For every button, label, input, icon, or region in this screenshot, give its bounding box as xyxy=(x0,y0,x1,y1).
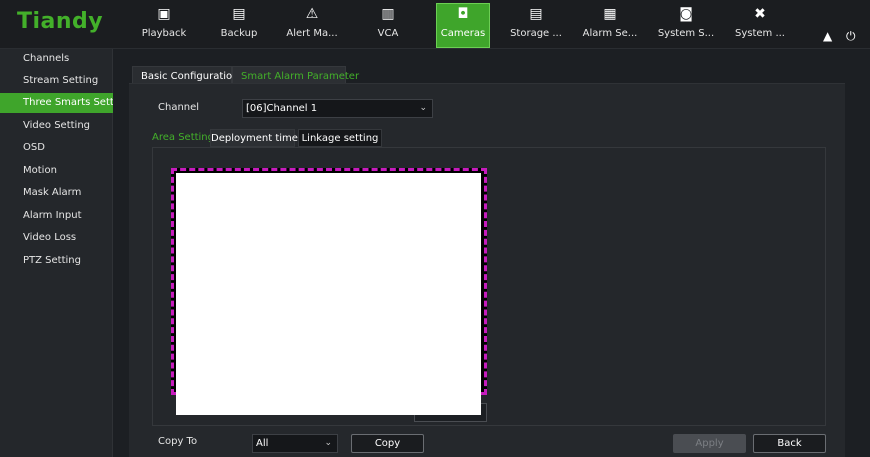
alarm-settings-icon: ▦ xyxy=(603,6,617,22)
nav-alert-management[interactable]: ⚠ Alert Ma... xyxy=(284,4,340,46)
system-settings-icon: ◙ xyxy=(679,6,693,22)
system-tools-icon: ✖ xyxy=(754,6,766,22)
camera-icon: ◘ xyxy=(457,6,469,22)
main-content: Basic Configuration Smart Alarm Paramete… xyxy=(114,49,870,457)
tab-deployment-time[interactable]: Deployment time xyxy=(210,129,298,147)
channel-select[interactable]: [06]Channel 1 ⌄ xyxy=(242,99,433,118)
channel-select-value: [06]Channel 1 xyxy=(246,103,318,114)
video-preview-canvas[interactable] xyxy=(176,173,481,415)
nav-system-settings[interactable]: ◙ System S... xyxy=(656,4,716,46)
alert-icon: ⚠ xyxy=(305,6,319,22)
vca-icon: ▥ xyxy=(381,6,395,22)
nav-alarm-settings[interactable]: ▦ Alarm Se... xyxy=(580,4,640,46)
copy-to-select-value: All xyxy=(256,438,269,449)
sidebar: Channels Stream Setting Three Smarts Set… xyxy=(0,49,113,457)
app-window: Tiandy ▣ Playback ▤ Backup ⚠ Alert Ma...… xyxy=(0,0,870,457)
nav-playback[interactable]: ▣ Playback xyxy=(140,4,188,46)
top-navigation-bar: Tiandy ▣ Playback ▤ Backup ⚠ Alert Ma...… xyxy=(0,0,870,49)
nav-system-tools[interactable]: ✖ System ... xyxy=(734,4,786,46)
sidebar-item-stream-setting[interactable]: Stream Setting xyxy=(0,71,113,91)
copy-to-label: Copy To xyxy=(158,436,198,447)
nav-alert-label: Alert Ma... xyxy=(286,28,338,39)
copy-to-select[interactable]: All ⌄ xyxy=(252,434,338,453)
nav-backup[interactable]: ▤ Backup xyxy=(216,4,262,46)
nav-system-tools-label: System ... xyxy=(734,28,785,39)
nav-vca[interactable]: ▥ VCA xyxy=(368,4,408,46)
sidebar-item-channels[interactable]: Channels xyxy=(0,49,113,69)
sidebar-item-video-loss[interactable]: Video Loss xyxy=(0,228,113,248)
nav-playback-label: Playback xyxy=(141,28,187,39)
nav-system-settings-label: System S... xyxy=(657,28,715,39)
nav-backup-label: Backup xyxy=(220,28,258,39)
apply-button[interactable]: Apply xyxy=(673,434,746,453)
sidebar-item-video-setting[interactable]: Video Setting xyxy=(0,116,113,136)
sidebar-item-ptz-setting[interactable]: PTZ Setting xyxy=(0,251,113,271)
bell-icon[interactable]: ▲ xyxy=(823,29,832,43)
power-icon[interactable]: ⏻ xyxy=(846,29,856,44)
backup-icon: ▤ xyxy=(232,6,246,22)
chevron-down-icon: ⌄ xyxy=(419,103,427,113)
tab-area-setting[interactable]: Area Setting xyxy=(152,129,214,147)
playback-icon: ▣ xyxy=(157,6,171,22)
nav-cameras[interactable]: ◘ Cameras xyxy=(436,3,490,48)
nav-vca-label: VCA xyxy=(377,28,399,39)
nav-storage-label: Storage ... xyxy=(510,28,562,39)
tiandy-logo: Tiandy xyxy=(17,9,104,34)
sidebar-item-osd[interactable]: OSD xyxy=(0,138,113,158)
sidebar-item-three-smarts[interactable]: Three Smarts Sett... xyxy=(0,93,113,113)
sidebar-item-mask-alarm[interactable]: Mask Alarm xyxy=(0,183,113,203)
nav-cameras-label: Cameras xyxy=(440,28,486,39)
sidebar-item-motion[interactable]: Motion xyxy=(0,161,113,181)
tab-linkage-setting[interactable]: Linkage setting xyxy=(298,129,382,147)
channel-label: Channel xyxy=(158,102,200,113)
chevron-down-icon: ⌄ xyxy=(324,438,332,448)
copy-button[interactable]: Copy xyxy=(351,434,424,453)
storage-icon: ▤ xyxy=(529,6,543,22)
nav-alarm-settings-label: Alarm Se... xyxy=(582,28,638,39)
sidebar-item-alarm-input[interactable]: Alarm Input xyxy=(0,206,113,226)
back-button[interactable]: Back xyxy=(753,434,826,453)
nav-storage[interactable]: ▤ Storage ... xyxy=(508,4,564,46)
